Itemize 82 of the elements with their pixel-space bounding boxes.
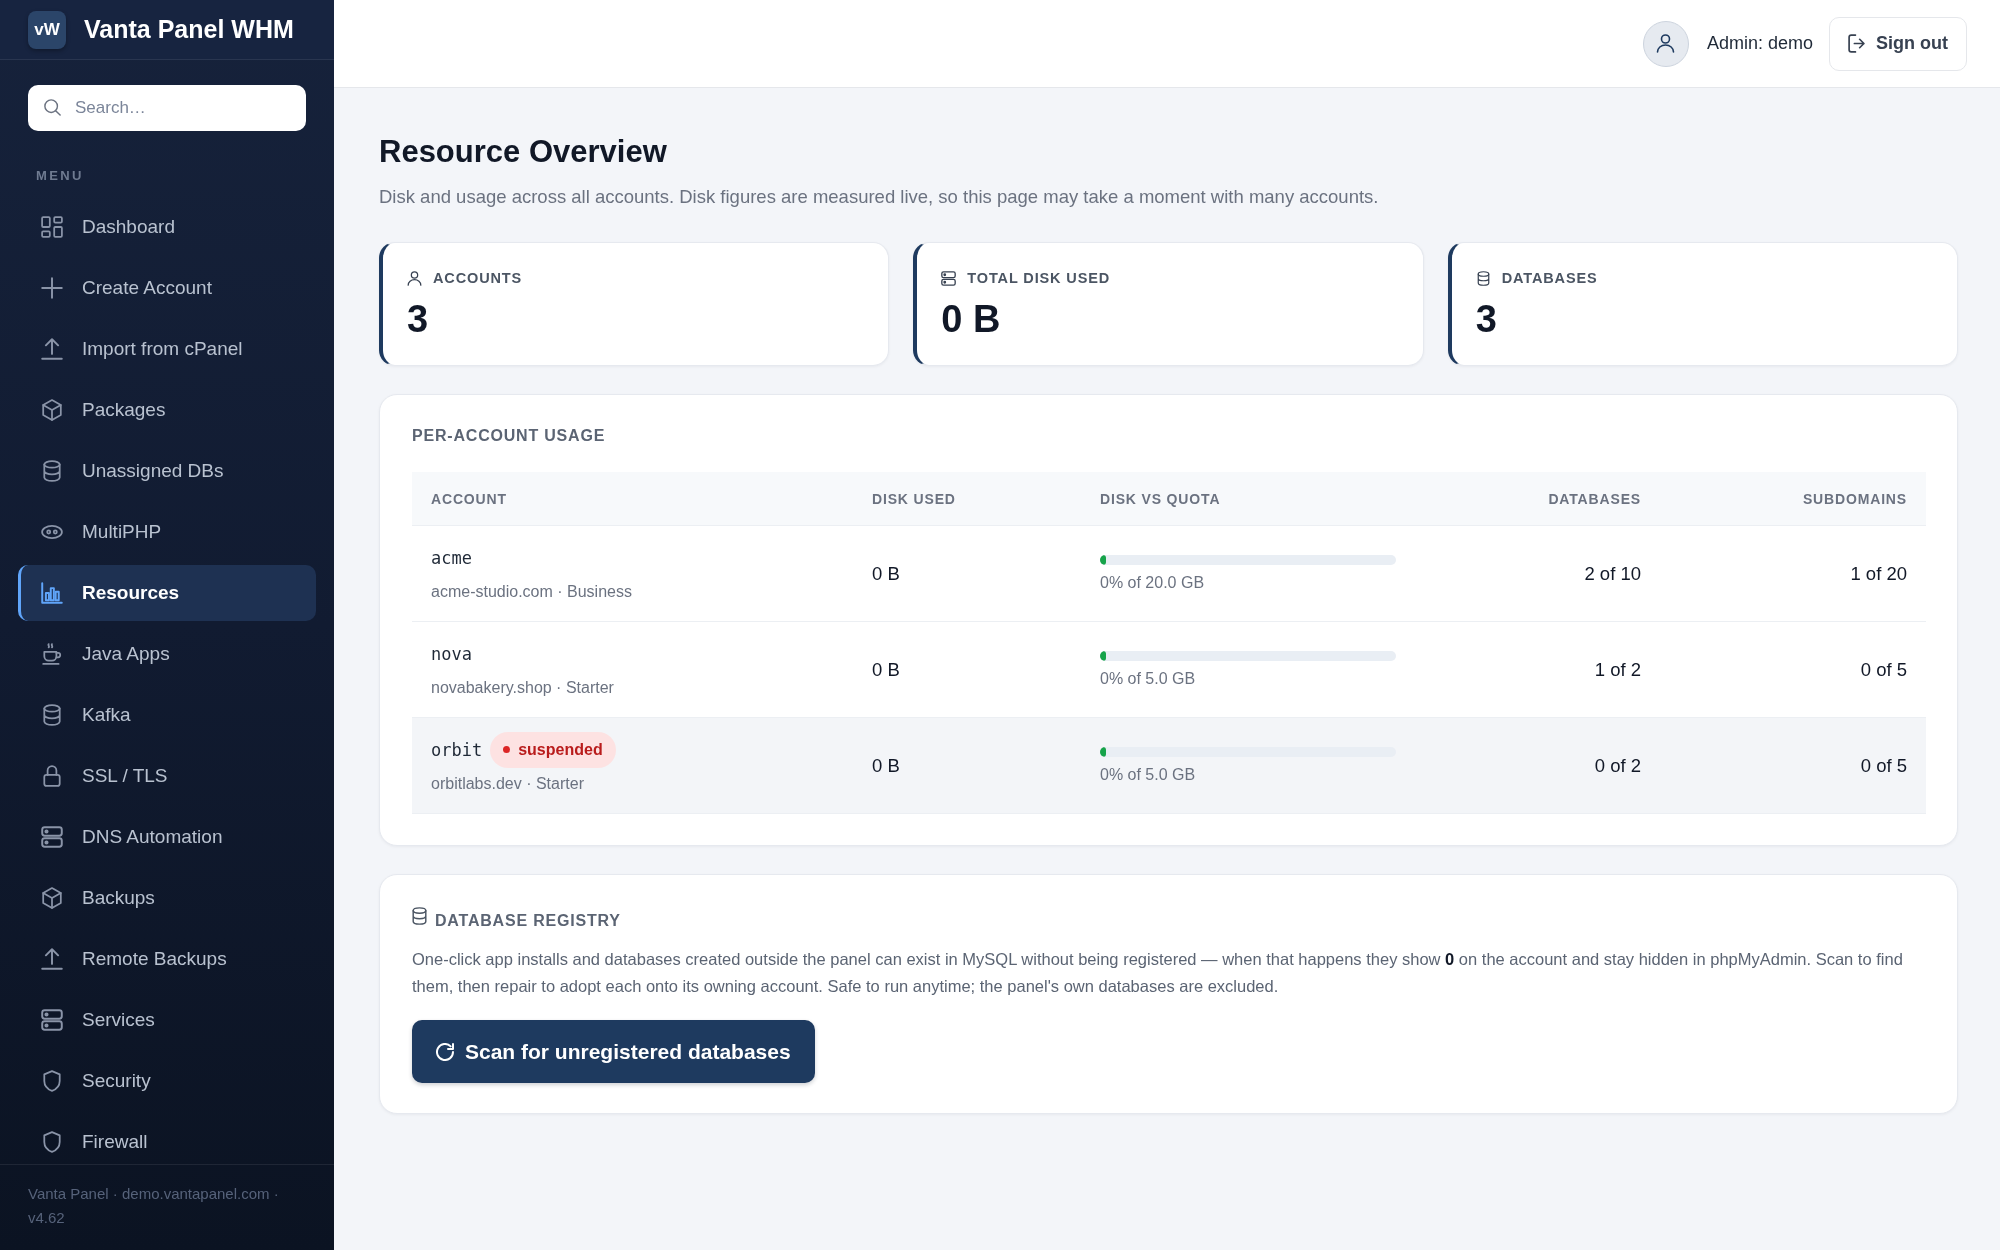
card-title: PER-ACCOUNT USAGE xyxy=(412,427,606,445)
lock-icon xyxy=(41,765,63,787)
sidebar-item[interactable]: Resources xyxy=(18,565,316,621)
user-label: Admin: demo xyxy=(1706,33,1813,54)
table-cell-text: 0 B xyxy=(871,658,901,681)
sidebar-item[interactable]: Unassigned DBs xyxy=(18,443,316,499)
sidebar-item[interactable]: Remote Backups xyxy=(18,931,316,987)
server-icon xyxy=(41,826,63,848)
database-icon xyxy=(1475,270,1491,286)
cube-icon xyxy=(41,399,63,421)
column-header: DATABASES xyxy=(1547,490,1642,507)
sidebar-item[interactable]: MultiPHP xyxy=(18,504,316,560)
quota-text: 0% of 5.0 GB xyxy=(1100,764,1196,785)
column-header: SUBDOMAINS xyxy=(1801,490,1908,507)
sidebar-item[interactable]: Dashboard xyxy=(18,199,316,255)
page-title: Resource Overview xyxy=(379,134,668,170)
status-dot-icon xyxy=(503,746,511,753)
stat-label: ACCOUNTS xyxy=(433,269,523,287)
sidebar-item[interactable]: Backups xyxy=(18,870,316,926)
account-name: orbit xyxy=(431,738,483,761)
table-cell-text: 0 of 2 xyxy=(1593,754,1642,777)
account-name: acme xyxy=(431,546,472,569)
refresh-icon xyxy=(436,1042,454,1061)
account-name: nova xyxy=(431,642,472,665)
cube-icon xyxy=(41,887,63,909)
database-icon xyxy=(41,704,63,726)
server-icon xyxy=(941,270,957,286)
table-cell-text: 1 of 2 xyxy=(1593,658,1642,681)
sidebar-item[interactable]: Create Account xyxy=(18,260,316,316)
account-detail: acme-studio.com · Business xyxy=(431,581,632,602)
stat-value: 3 xyxy=(407,297,429,341)
account-detail: novabakery.shop · Starter xyxy=(431,677,614,698)
sign-out-button[interactable]: Sign out xyxy=(1829,16,1967,71)
bar-chart-icon xyxy=(41,582,63,604)
sidebar-item[interactable]: SSL / TLS xyxy=(18,748,316,804)
quota-text: 0% of 20.0 GB xyxy=(1100,572,1205,593)
cup-icon xyxy=(41,643,63,665)
sidebar-item[interactable]: Packages xyxy=(18,382,316,438)
sidebar-item[interactable]: Services xyxy=(18,992,316,1048)
sidebar-item[interactable]: Security xyxy=(18,1053,316,1109)
database-icon xyxy=(41,460,63,482)
scan-button[interactable]: Scan for unregistered databases xyxy=(412,1020,815,1083)
table-cell-text: 0 of 5 xyxy=(1859,658,1908,681)
account-detail: orbitlabs.dev · Starter xyxy=(431,773,584,794)
sign-out-icon xyxy=(1848,34,1865,53)
stat-label: DATABASES xyxy=(1501,269,1598,287)
sidebar-item[interactable]: Kafka xyxy=(18,687,316,743)
search-field[interactable]: Search… xyxy=(28,85,306,131)
upload-icon xyxy=(41,338,63,360)
plus-icon xyxy=(41,277,63,299)
column-header: DISK USED xyxy=(871,490,957,507)
shield-icon xyxy=(41,1070,63,1092)
database-icon xyxy=(412,907,427,925)
sidebar-item[interactable]: DNS Automation xyxy=(18,809,316,865)
table-cell-text: 1 of 20 xyxy=(1849,562,1908,585)
table-cell-text: 0 of 5 xyxy=(1859,754,1908,777)
grid-icon xyxy=(41,216,63,238)
table-cell-text: 2 of 10 xyxy=(1583,562,1642,585)
stat-value: 3 xyxy=(1475,297,1497,341)
brand-logo: vW xyxy=(28,10,66,49)
search-icon xyxy=(44,99,61,116)
stat-label: TOTAL DISK USED xyxy=(967,269,1111,287)
column-header: DISK VS QUOTA xyxy=(1099,490,1222,507)
user-icon xyxy=(407,270,422,286)
sidebar-item[interactable]: Import from cPanel xyxy=(18,321,316,377)
column-header: ACCOUNT xyxy=(430,490,508,507)
sidebar-item[interactable]: Firewall xyxy=(18,1114,316,1164)
upload-icon xyxy=(41,948,63,970)
footer-text: Vanta Panel · demo.vantapanel.com · v4.62 xyxy=(28,1184,280,1228)
table-cell-text: 0 B xyxy=(871,562,901,585)
quota-text: 0% of 5.0 GB xyxy=(1100,668,1196,689)
registry-description: One-click app installs and databases created outside the panel can exist in MySQL without being registered — when that happens they show 0 on the account and stay hidden in phpMyAdmin. Scan to find them, then repair to adopt each onto its owning account. Safe to run anytime; the panel's own databases are excluded. xyxy=(412,949,1904,997)
brand-title: Vanta Panel WHM xyxy=(84,15,294,44)
server-icon xyxy=(41,1009,63,1031)
stat-value: 0 B xyxy=(941,297,1001,341)
page-subtitle: Disk and usage across all accounts. Disk figures are measured live, so this page may take a moment with many accounts. xyxy=(379,185,1380,209)
card-title: DATABASE REGISTRY xyxy=(435,912,621,930)
sidebar-item[interactable]: Java Apps xyxy=(18,626,316,682)
table-cell-text: 0 B xyxy=(871,754,901,777)
shield-icon xyxy=(41,1131,63,1153)
status-label: suspended xyxy=(518,740,603,759)
menu-heading: MENU xyxy=(36,168,85,184)
